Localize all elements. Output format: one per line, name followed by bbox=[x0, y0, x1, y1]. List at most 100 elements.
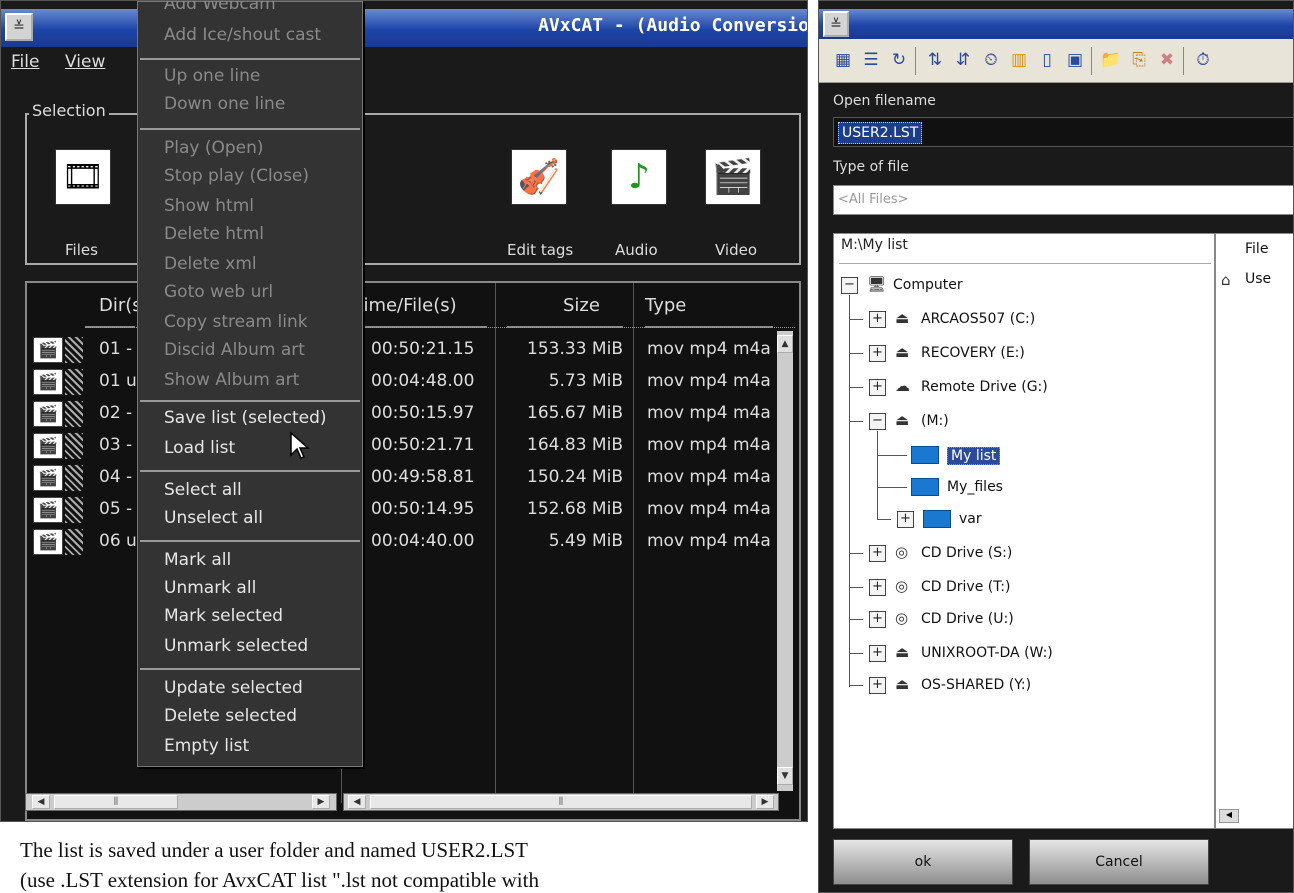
full-pane-icon[interactable]: ▣ bbox=[1063, 48, 1087, 72]
scroll-down-icon[interactable]: ▼ bbox=[777, 767, 793, 785]
row-name[interactable]: 06 u bbox=[99, 531, 137, 551]
scroll-thumb[interactable]: ⫼ bbox=[54, 795, 178, 809]
tree-drive-m[interactable]: (M:) bbox=[921, 413, 949, 429]
menu-item-add-icecast[interactable]: Add Ice/shout cast bbox=[164, 25, 321, 45]
row-name[interactable]: 01 u bbox=[99, 371, 137, 391]
expand-icon[interactable]: + bbox=[869, 645, 886, 662]
row-type[interactable]: mov mp4 m4a bbox=[647, 435, 775, 455]
collapse-icon[interactable]: − bbox=[869, 413, 886, 430]
expand-icon[interactable]: + bbox=[869, 345, 886, 362]
new-folder-icon[interactable]: 📁 bbox=[1099, 48, 1123, 72]
tree-drive-s[interactable]: CD Drive (S:) bbox=[921, 545, 1012, 561]
row-type[interactable]: mov mp4 m4a bbox=[647, 531, 775, 551]
expand-icon[interactable]: + bbox=[869, 545, 886, 562]
folder-pane-icon[interactable]: ▥ bbox=[1007, 48, 1031, 72]
expand-icon[interactable]: + bbox=[869, 311, 886, 328]
row-name[interactable]: 03 - bbox=[99, 435, 132, 455]
tree-drive-t[interactable]: CD Drive (T:) bbox=[921, 579, 1010, 595]
tree-drive-e[interactable]: RECOVERY (E:) bbox=[921, 345, 1025, 361]
cancel-button[interactable]: Cancel bbox=[1029, 839, 1209, 885]
row-time[interactable]: 00:04:40.00 bbox=[371, 531, 474, 551]
files-button[interactable]: 🎞 bbox=[55, 149, 111, 205]
refresh-icon[interactable]: ↻ bbox=[887, 48, 911, 72]
menu-item-mark-selected[interactable]: Mark selected bbox=[164, 606, 283, 626]
sort-size-icon[interactable]: ⇵ bbox=[951, 48, 975, 72]
system-menu-icon[interactable]: ≚ bbox=[823, 11, 849, 37]
title-bar[interactable]: ≚ AVxCAT - (Audio Conversio bbox=[1, 9, 807, 47]
menu-item-delete-xml[interactable]: Delete xml bbox=[164, 254, 257, 274]
row-time[interactable]: 00:50:21.71 bbox=[371, 435, 474, 455]
single-pane-icon[interactable]: ▯ bbox=[1035, 48, 1059, 72]
menu-item-delete-html[interactable]: Delete html bbox=[164, 224, 264, 244]
collapse-icon[interactable]: − bbox=[841, 277, 858, 294]
menu-item-up-one-line[interactable]: Up one line bbox=[164, 66, 260, 86]
video-button[interactable]: 🎬 bbox=[705, 149, 761, 205]
dialog-title-bar[interactable]: ≚ bbox=[819, 9, 1293, 39]
tree-drive-u[interactable]: CD Drive (U:) bbox=[921, 611, 1014, 627]
row-size[interactable]: 165.67 MiB bbox=[519, 403, 623, 423]
scroll-left-icon[interactable]: ◀ bbox=[1219, 809, 1239, 823]
details-view-icon[interactable]: ☰ bbox=[859, 48, 883, 72]
menu-item-stop-play[interactable]: Stop play (Close) bbox=[164, 166, 309, 186]
scroll-left-icon[interactable]: ◀ bbox=[348, 795, 366, 809]
row-size[interactable]: 152.68 MiB bbox=[519, 499, 623, 519]
clock-icon[interactable]: ⏱ bbox=[1191, 48, 1215, 72]
menu-item-copy-stream-link[interactable]: Copy stream link bbox=[164, 312, 308, 332]
row-size[interactable]: 150.24 MiB bbox=[519, 467, 623, 487]
menu-item-select-all[interactable]: Select all bbox=[164, 480, 242, 500]
row-time[interactable]: 00:50:15.97 bbox=[371, 403, 474, 423]
column-divider[interactable] bbox=[633, 283, 634, 803]
row-name[interactable]: 02 - bbox=[99, 403, 132, 423]
ok-button[interactable]: ok bbox=[833, 839, 1013, 885]
scroll-up-icon[interactable]: ▲ bbox=[777, 335, 793, 353]
expand-icon[interactable]: + bbox=[869, 379, 886, 396]
row-size[interactable]: 5.73 MiB bbox=[519, 371, 623, 391]
scroll-thumb[interactable]: ⫼ bbox=[370, 795, 752, 809]
file-item[interactable]: Use bbox=[1245, 271, 1271, 287]
menu-item-goto-web-url[interactable]: Goto web url bbox=[164, 282, 273, 302]
row-size[interactable]: 164.83 MiB bbox=[519, 435, 623, 455]
row-type[interactable]: mov mp4 m4a bbox=[647, 371, 775, 391]
row-size[interactable]: 5.49 MiB bbox=[519, 531, 623, 551]
row-type[interactable]: mov mp4 m4a bbox=[647, 499, 775, 519]
expand-icon[interactable]: + bbox=[869, 677, 886, 694]
menu-item-play-open[interactable]: Play (Open) bbox=[164, 138, 264, 158]
edit-tags-button[interactable]: 🎻 bbox=[511, 149, 567, 205]
column-header-time[interactable]: Time/File(s) bbox=[353, 295, 457, 316]
audio-button[interactable]: ♪ bbox=[611, 149, 667, 205]
icon-view-icon[interactable]: ▦ bbox=[831, 48, 855, 72]
filename-input[interactable]: USER2.LST bbox=[833, 117, 1293, 147]
column-header-type[interactable]: Type bbox=[645, 295, 686, 316]
menu-item-load-list[interactable]: Load list bbox=[164, 438, 235, 458]
tree-computer[interactable]: Computer bbox=[893, 277, 963, 293]
row-name[interactable]: 05 - bbox=[99, 499, 132, 519]
menu-item-mark-all[interactable]: Mark all bbox=[164, 550, 231, 570]
file-list-panel[interactable] bbox=[1215, 233, 1293, 829]
menu-item-unmark-all[interactable]: Unmark all bbox=[164, 578, 256, 598]
row-type[interactable]: mov mp4 m4a bbox=[647, 403, 775, 423]
scroll-right-icon[interactable]: ▶ bbox=[756, 795, 774, 809]
delete-icon[interactable]: ✖ bbox=[1155, 48, 1179, 72]
tree-folder-my-list[interactable]: My list bbox=[947, 447, 1001, 465]
menu-item-down-one-line[interactable]: Down one line bbox=[164, 94, 285, 114]
file-type-select[interactable]: <All Files> bbox=[833, 185, 1293, 215]
horizontal-scrollbar-right[interactable]: ◀ ⫼ ▶ bbox=[343, 793, 779, 811]
menu-item-add-webcam[interactable]: Add Webcam bbox=[164, 1, 276, 14]
column-header-dir[interactable]: Dir(s bbox=[99, 295, 142, 316]
row-size[interactable]: 153.33 MiB bbox=[519, 339, 623, 359]
menu-item-discid-album-art[interactable]: Discid Album art bbox=[164, 340, 305, 360]
menu-item-empty-list[interactable]: Empty list bbox=[164, 736, 249, 756]
expand-icon[interactable]: + bbox=[869, 611, 886, 628]
sort-date-icon[interactable]: ⏲ bbox=[979, 48, 1003, 72]
menu-item-unselect-all[interactable]: Unselect all bbox=[164, 508, 263, 528]
scroll-right-icon[interactable]: ▶ bbox=[312, 795, 330, 809]
menu-file[interactable]: File bbox=[11, 52, 39, 72]
column-divider[interactable] bbox=[495, 283, 496, 803]
sort-name-icon[interactable]: ⇅ bbox=[923, 48, 947, 72]
menu-item-show-html[interactable]: Show html bbox=[164, 196, 254, 216]
menu-item-unmark-selected[interactable]: Unmark selected bbox=[164, 636, 308, 656]
row-name[interactable]: 01 - bbox=[99, 339, 132, 359]
menu-item-save-list[interactable]: Save list (selected) bbox=[164, 408, 327, 428]
menu-view[interactable]: View bbox=[65, 52, 105, 72]
row-time[interactable]: 00:04:48.00 bbox=[371, 371, 474, 391]
